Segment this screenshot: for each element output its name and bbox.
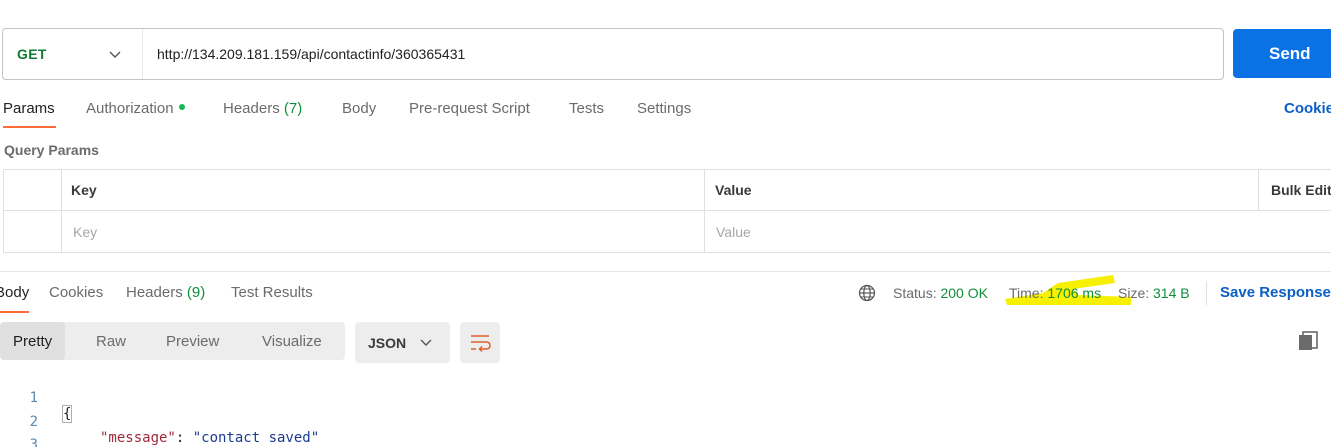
tab-params[interactable]: Params — [3, 100, 55, 117]
status-dot-icon — [178, 104, 185, 111]
globe-icon[interactable] — [858, 284, 876, 302]
size-value: 314 B — [1153, 285, 1190, 301]
table-header-row: Key Value Bulk Edit — [4, 170, 1331, 211]
tab-response-headers-label: Headers — [126, 284, 183, 301]
wrap-lines-icon — [471, 335, 491, 353]
pane-divider[interactable] — [0, 271, 1331, 272]
status-text: Status: 200 OK — [893, 285, 988, 301]
tab-test-results[interactable]: Test Results — [231, 284, 313, 301]
cookies-link[interactable]: Cookies — [1284, 100, 1331, 117]
code-line: 3 } — [0, 421, 38, 447]
active-response-tab-indicator — [0, 311, 29, 313]
status-value: 200 OK — [940, 285, 988, 301]
code-line: 2 "message": "contact saved" — [0, 398, 320, 446]
view-raw-button[interactable]: Raw — [83, 322, 139, 360]
size-label: Size: — [1118, 285, 1150, 301]
tab-settings[interactable]: Settings — [637, 100, 691, 117]
tab-body[interactable]: Body — [342, 100, 376, 117]
view-mode-group: Pretty Raw Preview Visualize — [0, 322, 345, 360]
json-entry: "message": "contact saved" — [100, 430, 319, 446]
tab-response-cookies[interactable]: Cookies — [49, 284, 103, 301]
bulk-edit-button[interactable]: Bulk Edit — [1271, 170, 1331, 210]
headers-count: (7) — [283, 100, 303, 117]
copy-icon[interactable] — [1298, 331, 1320, 353]
key-column-header: Key — [71, 182, 97, 198]
url-bar: GET http://134.209.181.159/api/contactin… — [2, 28, 1224, 80]
time-value: 1706 ms — [1047, 285, 1102, 301]
tab-response-body[interactable]: Body — [0, 284, 29, 301]
tab-prerequest-script[interactable]: Pre-request Script — [409, 100, 530, 117]
view-pretty-button[interactable]: Pretty — [0, 322, 66, 360]
key-input[interactable]: Key — [73, 211, 97, 252]
tab-authorization-label: Authorization — [86, 100, 174, 117]
code-line: 1 { — [0, 374, 73, 423]
time-text: Time: 1706 ms — [1009, 285, 1101, 301]
value-column-header: Value — [715, 182, 752, 198]
size-text: Size: 314 B — [1118, 285, 1190, 301]
active-tab-indicator — [3, 126, 56, 128]
query-params-title: Query Params — [4, 142, 99, 158]
tab-tests[interactable]: Tests — [569, 100, 604, 117]
method-label: GET — [17, 46, 47, 62]
format-label: JSON — [368, 334, 407, 351]
line-number: 3 — [29, 437, 38, 447]
separator — [1206, 281, 1207, 305]
save-response-button[interactable]: Save Response — [1220, 284, 1331, 301]
chevron-down-icon[interactable] — [107, 46, 123, 62]
json-key: "message" — [100, 430, 176, 446]
table-row: Key Value — [4, 211, 1331, 252]
tab-headers-label: Headers — [223, 100, 280, 117]
tab-authorization[interactable]: Authorization — [86, 100, 185, 117]
url-input[interactable]: http://134.209.181.159/api/contactinfo/3… — [143, 46, 465, 62]
tab-response-headers[interactable]: Headers (9) — [126, 284, 205, 301]
chevron-down-icon — [420, 339, 432, 346]
time-label: Time: — [1009, 285, 1044, 301]
status-label: Status: — [893, 285, 937, 301]
view-preview-button[interactable]: Preview — [153, 322, 232, 360]
value-input[interactable]: Value — [716, 211, 751, 252]
tab-headers[interactable]: Headers (7) — [223, 100, 302, 117]
wrap-lines-button[interactable] — [460, 322, 500, 363]
format-select[interactable]: JSON — [355, 322, 450, 363]
query-params-table: Key Value Bulk Edit Key Value — [3, 169, 1331, 253]
json-value: "contact saved" — [192, 430, 320, 446]
json-colon: : — [175, 430, 193, 446]
view-visualize-button[interactable]: Visualize — [249, 322, 335, 360]
open-brace: { — [61, 405, 73, 423]
request-tabs: Params Authorization Headers (7) Body Pr… — [0, 96, 1331, 130]
response-headers-count: (9) — [186, 284, 206, 301]
send-button[interactable]: Send — [1233, 29, 1331, 78]
